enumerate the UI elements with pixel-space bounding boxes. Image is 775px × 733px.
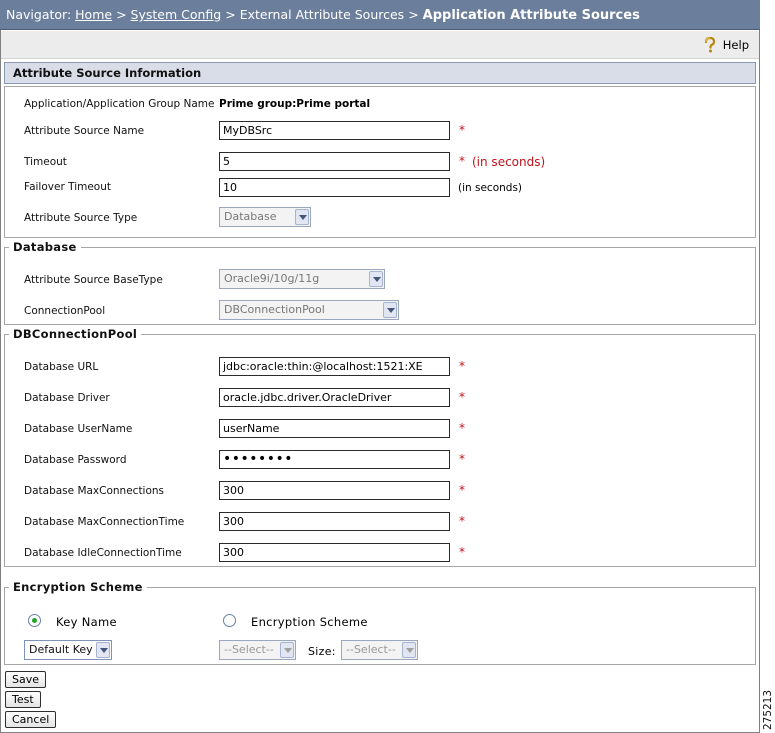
chevron-down-icon[interactable]: [96, 642, 110, 658]
database-url-label: Database URL: [24, 361, 99, 373]
database-maxconnections-input[interactable]: 300: [219, 481, 450, 500]
attribute-source-name-input[interactable]: MyDBSrc: [219, 121, 450, 140]
figure-number: 275213: [760, 688, 775, 732]
key-name-radio[interactable]: [28, 614, 41, 627]
breadcrumb-separator: >: [225, 7, 236, 22]
chevron-down-icon[interactable]: [280, 642, 294, 658]
help-toolbar: Help: [1, 31, 759, 59]
help-link[interactable]: Help: [703, 37, 749, 53]
database-driver-label: Database Driver: [24, 392, 110, 404]
database-password-label: Database Password: [24, 454, 127, 466]
database-idleconnectiontime-input[interactable]: 300: [219, 543, 450, 562]
database-password-input[interactable]: ••••••••: [219, 450, 450, 469]
attribute-source-type-select[interactable]: Database: [219, 207, 311, 227]
size-select[interactable]: --Select--: [341, 640, 418, 660]
breadcrumb: Navigator: Home > System Config > External A…: [0, 0, 760, 30]
attribute-source-info-group: Application/Application Group Name Prime…: [4, 86, 756, 238]
database-driver-input[interactable]: oracle.jdbc.driver.OracleDriver: [219, 388, 450, 407]
encryption-scheme-select-value: --Select--: [224, 643, 274, 656]
breadcrumb-current-page: Application Attribute Sources: [422, 8, 640, 23]
connection-pool-value: DBConnectionPool: [224, 303, 325, 316]
size-select-value: --Select--: [346, 643, 396, 656]
failover-timeout-label: Failover Timeout: [24, 181, 111, 193]
database-url-input[interactable]: jdbc:oracle:thin:@localhost:1521:XE: [219, 357, 450, 376]
encryption-scheme-radio[interactable]: [223, 614, 236, 627]
database-maxconnectiontime-input[interactable]: 300: [219, 512, 450, 531]
failover-timeout-input[interactable]: 10: [219, 178, 450, 197]
save-button[interactable]: Save: [5, 671, 47, 688]
attribute-source-type-label: Attribute Source Type: [24, 212, 138, 224]
key-name-select[interactable]: Default Key: [24, 640, 112, 660]
help-question-icon: [704, 37, 715, 53]
required-marker: *: [459, 545, 465, 559]
key-name-label: Key Name: [56, 615, 117, 629]
database-idleconnectiontime-label: Database IdleConnectionTime: [24, 547, 182, 559]
required-marker: *: [459, 514, 465, 528]
source-basetype-label: Attribute Source BaseType: [24, 274, 163, 286]
test-button[interactable]: Test: [5, 691, 41, 708]
source-basetype-value: Oracle9i/10g/11g: [224, 272, 320, 285]
breadcrumb-external-attribute-sources: External Attribute Sources: [239, 7, 405, 22]
chevron-down-icon[interactable]: [369, 271, 383, 287]
cancel-button[interactable]: Cancel: [5, 711, 57, 728]
chevron-down-icon[interactable]: [383, 302, 397, 318]
timeout-label: Timeout: [24, 156, 67, 168]
database-username-label: Database UserName: [24, 423, 133, 435]
connection-pool-label: ConnectionPool: [24, 305, 106, 317]
required-marker: *: [459, 154, 465, 168]
attribute-source-name-label: Attribute Source Name: [24, 125, 145, 137]
app-group-name-label: Application/Application Group Name: [24, 98, 215, 110]
database-maxconnections-label: Database MaxConnections: [24, 485, 165, 497]
database-username-input[interactable]: userName: [219, 419, 450, 438]
figure-number-text: 275213: [761, 689, 774, 731]
timeout-unit-note: (in seconds): [472, 155, 546, 169]
source-basetype-select[interactable]: Oracle9i/10g/11g: [219, 269, 385, 289]
connection-pool-select[interactable]: DBConnectionPool: [219, 300, 399, 320]
breadcrumb-separator: >: [116, 7, 127, 22]
failover-unit-note: (in seconds): [458, 182, 523, 194]
attribute-source-info-header: Attribute Source Information: [4, 62, 756, 84]
breadcrumb-system-config-link[interactable]: System Config: [131, 7, 222, 22]
app-group-name-value: Prime group:Prime portal: [219, 98, 371, 110]
encryption-scheme-group: Encryption Scheme Key Name Encryption Sc…: [4, 580, 756, 665]
chevron-down-icon[interactable]: [402, 642, 416, 658]
required-marker: *: [459, 452, 465, 466]
database-group: Database Attribute Source BaseType Oracl…: [4, 240, 756, 325]
required-marker: *: [459, 359, 465, 373]
db-connection-pool-group: DBConnectionPool Database URL jdbc:oracl…: [4, 327, 756, 567]
required-marker: *: [459, 390, 465, 404]
required-marker: *: [459, 421, 465, 435]
breadcrumb-prefix: Navigator:: [6, 7, 72, 22]
required-marker: *: [459, 483, 465, 497]
encryption-scheme-radio-label: Encryption Scheme: [251, 615, 368, 629]
key-name-select-value: Default Key: [29, 643, 93, 656]
db-connection-pool-legend: DBConnectionPool: [13, 327, 138, 341]
breadcrumb-separator: >: [408, 7, 419, 22]
size-label: Size:: [308, 645, 336, 658]
encryption-scheme-select[interactable]: --Select--: [219, 640, 296, 660]
required-marker: *: [459, 123, 465, 137]
help-label: Help: [722, 38, 749, 52]
encryption-scheme-legend: Encryption Scheme: [13, 580, 143, 594]
database-maxconnectiontime-label: Database MaxConnectionTime: [24, 516, 185, 528]
attribute-source-type-value: Database: [224, 210, 277, 223]
chevron-down-icon[interactable]: [295, 209, 309, 225]
breadcrumb-home-link[interactable]: Home: [75, 7, 112, 22]
timeout-input[interactable]: 5: [219, 152, 450, 171]
database-legend: Database: [13, 240, 77, 254]
